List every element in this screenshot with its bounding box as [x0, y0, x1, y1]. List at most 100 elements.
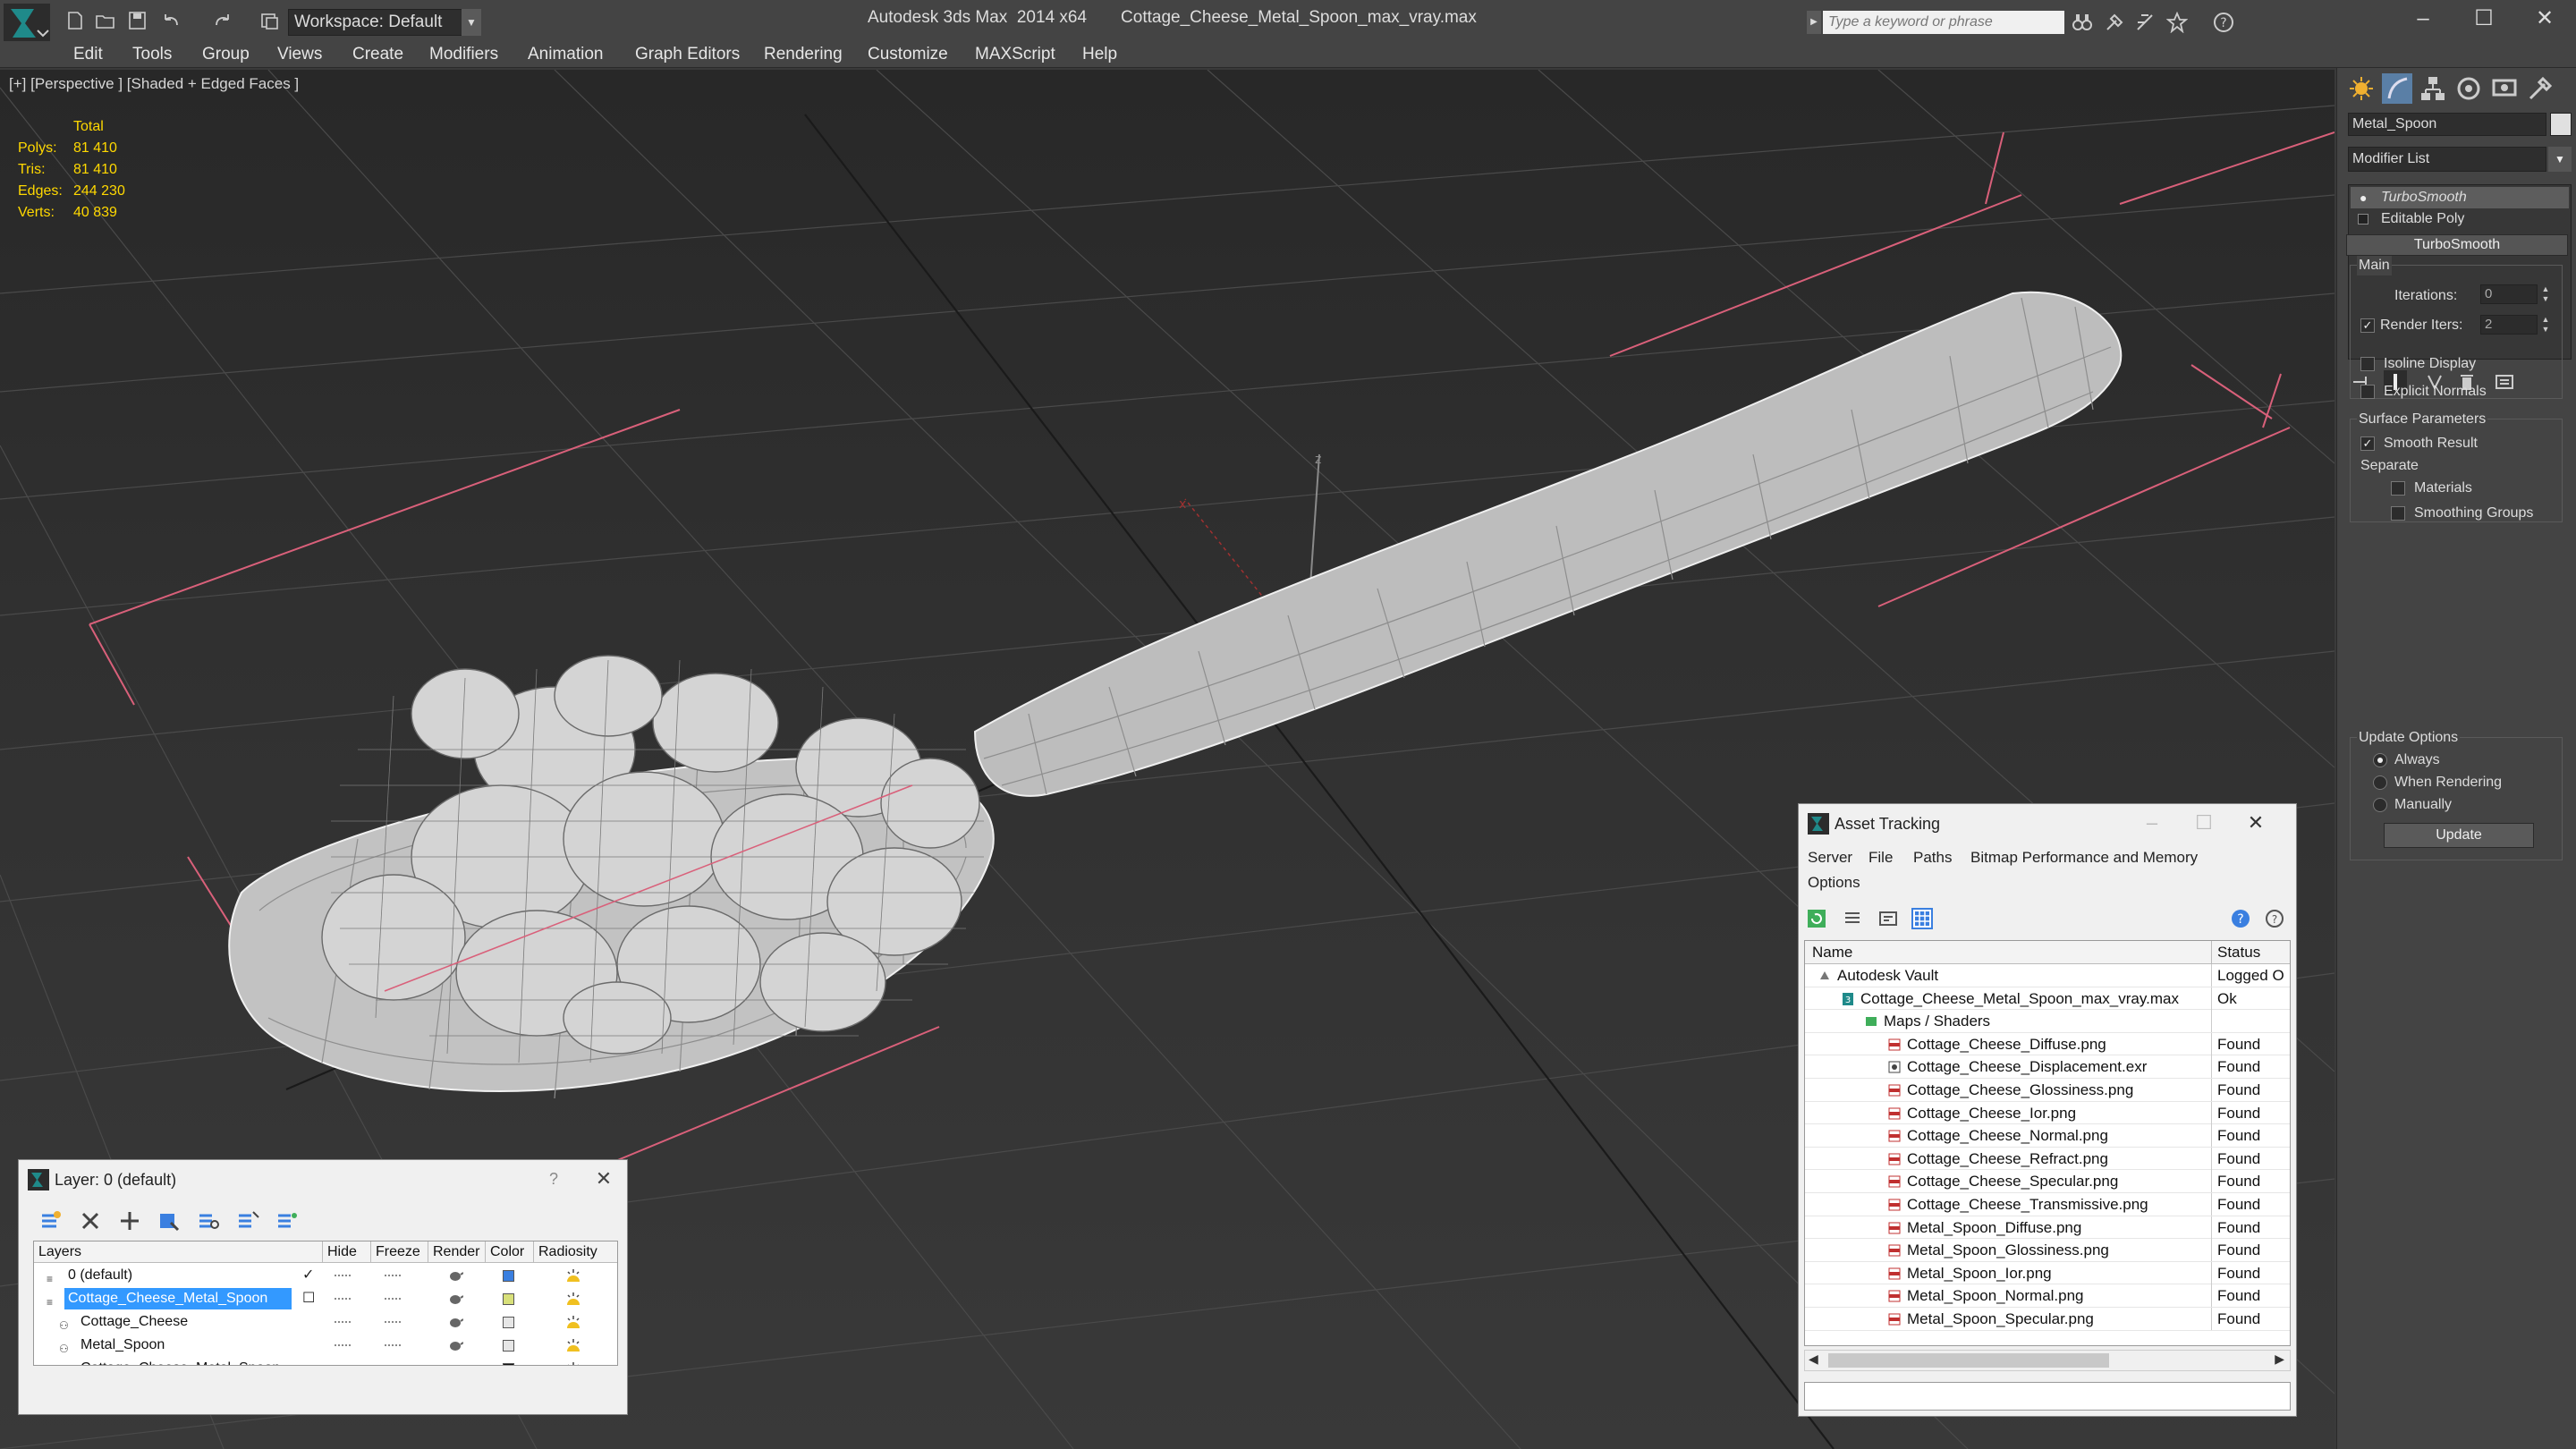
freeze-toggle[interactable]	[385, 1344, 401, 1347]
layer-name[interactable]: Cottage_Cheese_Metal_Spoon	[80, 1358, 280, 1365]
column-hide[interactable]: Hide	[322, 1241, 370, 1263]
layer-name[interactable]: Cottage_Cheese_Metal_Spoon	[64, 1288, 292, 1309]
radiosity-icon[interactable]	[565, 1339, 581, 1352]
cottage-cheese[interactable]	[321, 655, 980, 1055]
modifier-list-dropdown[interactable]: Modifier List	[2348, 147, 2546, 172]
scroll-right-icon[interactable]: ▶	[2275, 1352, 2284, 1367]
radiosity-icon[interactable]	[565, 1362, 581, 1366]
stack-item-editable-poly[interactable]: Editable Poly	[2351, 208, 2569, 230]
create-layer-icon[interactable]	[38, 1208, 64, 1233]
asset-row[interactable]: Cottage_Cheese_Diffuse.png Found	[1805, 1032, 2290, 1056]
menu-rendering[interactable]: Rendering	[764, 43, 843, 66]
refresh-icon[interactable]	[1806, 908, 1827, 929]
modify-tab-icon[interactable]	[2382, 73, 2412, 104]
spoon-handle[interactable]	[973, 291, 2123, 797]
render-teapot-icon[interactable]	[447, 1269, 463, 1282]
column-name[interactable]: Name	[1812, 941, 1852, 964]
render-teapot-icon[interactable]	[447, 1339, 463, 1352]
delete-layer-icon[interactable]	[78, 1208, 103, 1233]
subscription-icon[interactable]	[2104, 12, 2125, 33]
layer-row[interactable]: ⚇ Cottage_Cheese_Metal_Spoon	[34, 1358, 617, 1366]
asset-row[interactable]: Metal_Spoon_Ior.png Found	[1805, 1261, 2290, 1285]
render-teapot-icon[interactable]	[447, 1316, 463, 1328]
settings-icon[interactable]: ?	[2264, 908, 2285, 929]
asset-row[interactable]: Autodesk Vault Logged O	[1805, 964, 2290, 987]
object-color-swatch[interactable]	[2550, 113, 2572, 136]
asset-row[interactable]: Metal_Spoon_Normal.png Found	[1805, 1284, 2290, 1308]
current-layer-box-icon[interactable]: ☐	[302, 1288, 315, 1309]
stack-item-turbosmooth[interactable]: ● TurboSmooth	[2351, 187, 2569, 208]
workspace-dropdown[interactable]: Workspace: Default	[288, 9, 481, 36]
asset-row[interactable]: Maps / Shaders	[1805, 1010, 2290, 1033]
table-view-icon[interactable]	[1911, 908, 1933, 929]
menu-group[interactable]: Group	[202, 43, 250, 66]
layer-name[interactable]: 0 (default)	[68, 1265, 132, 1286]
hide-toggle[interactable]	[335, 1344, 351, 1347]
layer-color-swatch[interactable]	[503, 1270, 514, 1282]
column-layers[interactable]: Layers	[34, 1241, 322, 1263]
hide-toggle[interactable]	[335, 1275, 351, 1277]
favorites-star-icon[interactable]	[2166, 12, 2188, 33]
object-name-field[interactable]: Metal_Spoon	[2348, 113, 2546, 136]
close-button[interactable]: ✕	[579, 1164, 629, 1194]
asset-menu-bitmap-performance[interactable]: Bitmap Performance and Memory	[1970, 849, 2198, 867]
menu-graph-editors[interactable]: Graph Editors	[635, 43, 740, 66]
scrollbar-thumb[interactable]	[1828, 1353, 2109, 1368]
layer-color-swatch[interactable]	[503, 1340, 514, 1352]
asset-row[interactable]: 3 Cottage_Cheese_Metal_Spoon_max_vray.max…	[1805, 987, 2290, 1011]
open-file-icon[interactable]	[95, 11, 116, 30]
display-tab-icon[interactable]	[2489, 73, 2520, 104]
manually-radio[interactable]	[2373, 798, 2387, 812]
hierarchy-tab-icon[interactable]	[2418, 73, 2448, 104]
undo-icon[interactable]	[161, 11, 182, 30]
viewport-label[interactable]: [+] [Perspective ] [Shaded + Edged Faces…	[9, 75, 299, 93]
menu-customize[interactable]: Customize	[868, 43, 948, 66]
layer-row[interactable]: ⚇ Metal_Spoon	[34, 1335, 617, 1356]
horizontal-scrollbar[interactable]: ◀ ▶	[1804, 1350, 2291, 1371]
menu-tools[interactable]: Tools	[132, 43, 172, 66]
radiosity-icon[interactable]	[565, 1292, 581, 1305]
chevron-down-icon[interactable]: ▼	[2548, 147, 2572, 172]
asset-row[interactable]: Cottage_Cheese_Displacement.exr Found	[1805, 1055, 2290, 1079]
3dsmax-logo-icon[interactable]	[4, 4, 50, 43]
freeze-toggle[interactable]	[385, 1298, 401, 1301]
render-iters-checkbox[interactable]: ✓	[2360, 318, 2375, 333]
chevron-down-icon[interactable]: ▼	[462, 9, 481, 36]
list-view-icon[interactable]	[1842, 908, 1863, 929]
highlight-layer-icon[interactable]	[196, 1208, 221, 1233]
close-button[interactable]: ✕	[2512, 0, 2576, 38]
spinner-arrows-icon[interactable]: ▲ ▼	[2539, 284, 2552, 304]
asset-row[interactable]: Metal_Spoon_Glossiness.png Found	[1805, 1239, 2290, 1262]
project-folder-icon[interactable]	[259, 11, 281, 30]
minimize-button[interactable]: –	[2126, 808, 2178, 838]
maximize-button[interactable]: ☐	[2178, 808, 2230, 838]
layer-row[interactable]: ≡ Cottage_Cheese_Metal_Spoon ☐	[34, 1288, 617, 1309]
spinner-arrows-icon[interactable]: ▲ ▼	[2539, 315, 2552, 335]
help-button[interactable]: ?	[529, 1164, 579, 1194]
save-file-icon[interactable]	[127, 11, 148, 30]
layer-row[interactable]: ≡ 0 (default) ✓	[34, 1265, 617, 1286]
hide-toggle[interactable]	[335, 1321, 351, 1324]
asset-menu-server[interactable]: Server	[1808, 849, 1852, 867]
column-freeze[interactable]: Freeze	[370, 1241, 428, 1263]
detail-view-icon[interactable]	[1877, 908, 1899, 929]
asset-path-field[interactable]	[1804, 1382, 2291, 1411]
menu-edit[interactable]: Edit	[73, 43, 103, 66]
update-button[interactable]: Update	[2384, 823, 2534, 848]
hide-all-layers-icon[interactable]	[235, 1208, 260, 1233]
new-file-icon[interactable]	[64, 11, 86, 30]
layer-name[interactable]: Metal_Spoon	[80, 1335, 165, 1356]
asset-row[interactable]: Cottage_Cheese_Transmissive.png Found	[1805, 1193, 2290, 1216]
menu-maxscript[interactable]: MAXScript	[975, 43, 1055, 66]
column-status[interactable]: Status	[2211, 941, 2260, 964]
search-expand-icon[interactable]: ▶	[1807, 11, 1821, 34]
freeze-all-layers-icon[interactable]	[275, 1208, 300, 1233]
radiosity-icon[interactable]	[565, 1269, 581, 1282]
smoothing-groups-checkbox[interactable]	[2391, 506, 2405, 521]
maximize-button[interactable]: ☐	[2451, 0, 2517, 38]
lightbulb-icon[interactable]: ●	[2360, 187, 2367, 208]
hide-toggle[interactable]	[335, 1298, 351, 1301]
asset-row[interactable]: Cottage_Cheese_Refract.png Found	[1805, 1147, 2290, 1171]
radiosity-icon[interactable]	[565, 1316, 581, 1328]
iterations-spinner[interactable]: 0	[2480, 284, 2538, 304]
